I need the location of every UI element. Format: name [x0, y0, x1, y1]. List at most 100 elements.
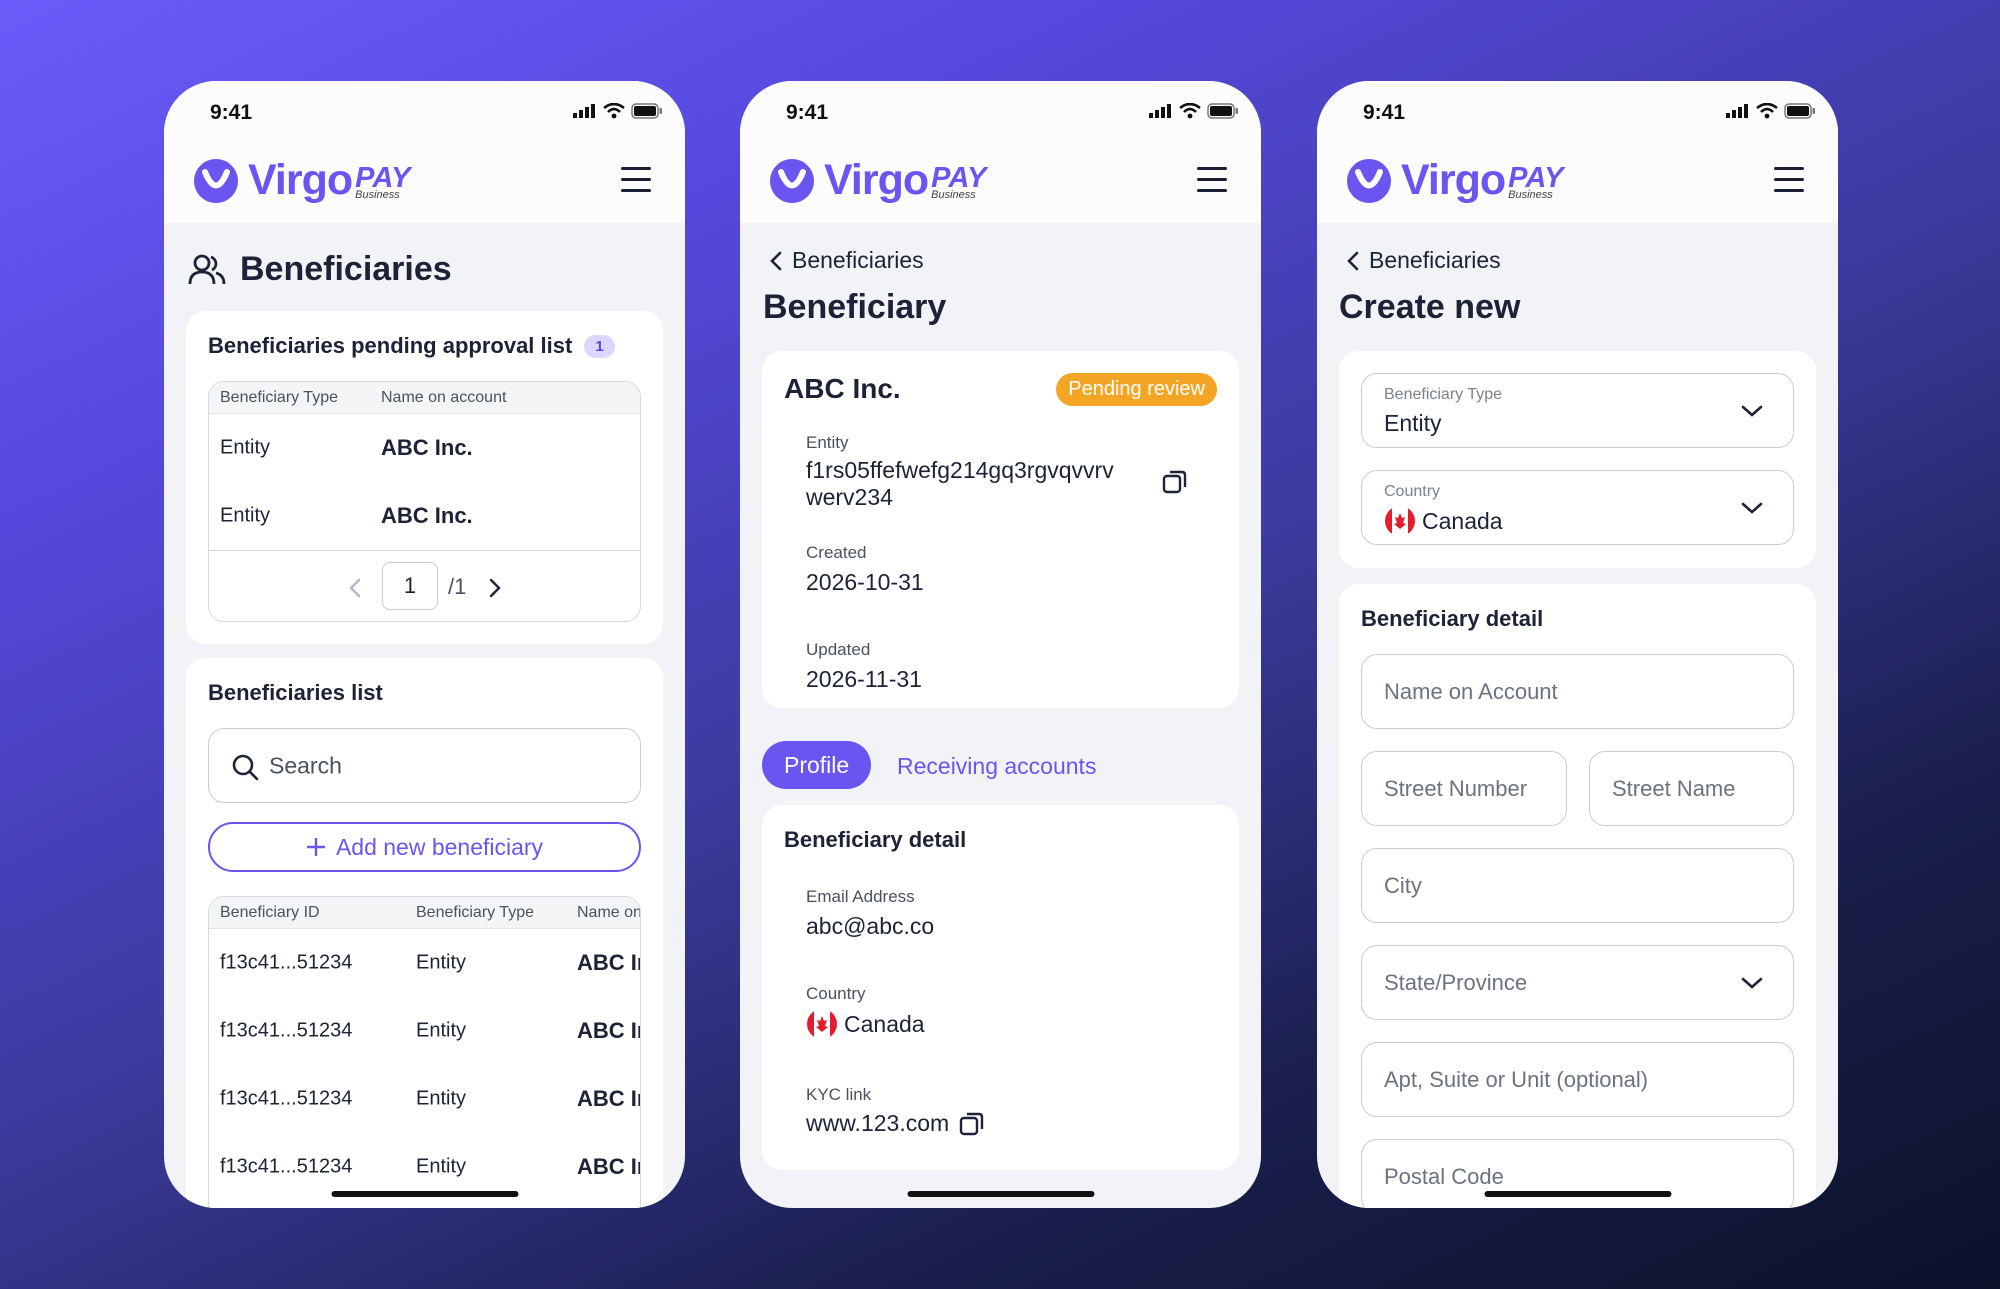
tab-profile[interactable]: Profile — [762, 741, 872, 789]
home-indicator — [1484, 1191, 1671, 1197]
home-indicator — [907, 1191, 1094, 1197]
phone-create-beneficiary: 9:41 Virgo PAY Business Beneficiaries Cre… — [1317, 81, 1838, 1208]
state-placeholder: State/Province — [1384, 969, 1528, 995]
country-label: Country — [1384, 483, 1441, 500]
top-bar: 9:41 Virgo PAY Business — [740, 81, 1261, 223]
entity-value: f1rs05ffefwefg214gq3rgvqvvrv werv234 — [806, 457, 1114, 511]
street-name-input[interactable]: Street Name — [1589, 751, 1794, 826]
virgo-logo-icon — [194, 158, 238, 203]
beneficiaries-table: Beneficiary ID Beneficiary Type Name on … — [208, 896, 641, 1208]
virgo-pay-logo[interactable]: Virgo PAY Business — [192, 156, 410, 205]
hamburger-menu-icon[interactable] — [621, 167, 651, 193]
virgo-logo-icon — [1347, 158, 1391, 203]
country-value: Canada — [806, 1008, 925, 1040]
pending-table: Beneficiary Type Name on account Entity … — [208, 381, 641, 622]
kyc-label: KYC link — [806, 1085, 872, 1104]
entity-value-line-2: werv234 — [806, 484, 893, 510]
back-link[interactable]: Beneficiaries — [1347, 247, 1501, 274]
created-label: Created — [806, 543, 867, 562]
top-bar: 9:41 Virgo PAY Business — [1317, 81, 1838, 223]
header-beneficiary-type: Beneficiary Type — [220, 388, 338, 406]
status-time: 9:41 — [1363, 101, 1406, 124]
search-placeholder: Search — [269, 752, 342, 778]
status-time: 9:41 — [210, 101, 253, 124]
page-total: /1 — [448, 574, 467, 599]
name-placeholder: Name on Account — [1384, 678, 1558, 704]
updated-value: 2026-11-31 — [806, 666, 922, 692]
page-number-input[interactable]: 1 — [382, 562, 438, 610]
cell-name: ABC Inc. — [577, 950, 640, 975]
virgo-pay-logo[interactable]: Virgo PAY Business — [768, 156, 986, 205]
add-new-beneficiary-button[interactable]: Add new beneficiary — [208, 822, 641, 872]
created-value: 2026-10-31 — [806, 569, 924, 595]
cell-name: ABC Inc. — [381, 503, 473, 528]
list-title: Beneficiaries list — [208, 680, 383, 705]
copy-icon[interactable] — [959, 1111, 985, 1137]
users-icon — [188, 254, 226, 284]
virgo-pay-logo[interactable]: Virgo PAY Business — [1345, 156, 1563, 205]
type-value: Entity — [1384, 410, 1442, 436]
email-value: abc@abc.co — [806, 913, 935, 939]
country-name: Canada — [844, 1010, 925, 1037]
beneficiary-detail-card: Beneficiary detail Email Address abc@abc… — [762, 805, 1239, 1170]
postal-code-input[interactable]: Postal Code — [1361, 1139, 1794, 1208]
canada-flag-icon — [807, 1009, 837, 1039]
signal-icon — [1149, 104, 1171, 118]
beneficiaries-list-card: Beneficiaries list Search Add new benefi… — [186, 658, 663, 1208]
table-header: Beneficiary Type Name on account — [209, 382, 640, 414]
chevron-right-icon[interactable] — [489, 578, 501, 598]
chevron-left-icon[interactable] — [349, 578, 361, 598]
table-header: Beneficiary ID Beneficiary Type Name on … — [209, 897, 640, 929]
table-row[interactable]: Entity ABC Inc. — [209, 482, 640, 550]
cell-name: ABC Inc. — [381, 435, 473, 460]
back-label: Beneficiaries — [792, 247, 924, 273]
country-name: Canada — [1422, 507, 1503, 534]
copy-icon[interactable] — [1162, 469, 1188, 495]
logo-word: Virgo — [824, 156, 929, 204]
virgo-logo-icon — [770, 158, 814, 203]
tab-receiving-accounts[interactable]: Receiving accounts — [897, 753, 1096, 780]
beneficiary-type-select[interactable]: Beneficiary Type Entity — [1361, 373, 1794, 448]
wifi-icon — [603, 103, 625, 119]
beneficiary-summary-card: ABC Inc. Pending review Entity f1rs05ffe… — [762, 351, 1239, 708]
cell-id: f13c41...51234 — [220, 1155, 353, 1178]
status-icons — [573, 103, 663, 119]
logo-word: Virgo — [248, 156, 353, 204]
table-row[interactable]: f13c41...51234 Entity ABC Inc. — [209, 997, 640, 1065]
table-row[interactable]: Entity ABC Inc. — [209, 414, 640, 482]
table-row[interactable]: f13c41...51234 Entity ABC Inc. — [209, 929, 640, 997]
city-input[interactable]: City — [1361, 848, 1794, 923]
country-label: Country — [806, 984, 866, 1003]
beneficiary-name: ABC Inc. — [784, 373, 901, 404]
name-on-account-input[interactable]: Name on Account — [1361, 654, 1794, 729]
hamburger-menu-icon[interactable] — [1197, 167, 1227, 193]
chevron-left-icon — [1347, 251, 1359, 270]
chevron-down-icon — [1741, 405, 1763, 417]
cell-type: Entity — [416, 951, 467, 974]
cell-type: Entity — [220, 436, 271, 459]
state-province-select[interactable]: State/Province — [1361, 945, 1794, 1020]
country-value: Canada — [1384, 505, 1503, 537]
cell-id: f13c41...51234 — [220, 1087, 353, 1110]
cell-type: Entity — [416, 1019, 467, 1042]
email-label: Email Address — [806, 887, 915, 906]
country-select[interactable]: Country Canada — [1361, 470, 1794, 545]
logo-business: Business — [931, 188, 976, 201]
cell-name: ABC Inc. — [577, 1086, 640, 1111]
pending-approval-card: Beneficiaries pending approval list 1 Be… — [186, 311, 663, 644]
logo-business: Business — [355, 188, 400, 201]
apt-suite-input[interactable]: Apt, Suite or Unit (optional) — [1361, 1042, 1794, 1117]
cell-id: f13c41...51234 — [220, 951, 353, 974]
cell-type: Entity — [416, 1087, 467, 1110]
battery-icon — [1784, 103, 1815, 119]
logo-pay: PAY — [931, 161, 987, 194]
table-row[interactable]: f13c41...51234 Entity ABC Inc. — [209, 1065, 640, 1133]
kyc-link[interactable]: www.123.com — [806, 1110, 949, 1137]
pending-count-badge: 1 — [584, 334, 615, 358]
back-link[interactable]: Beneficiaries — [770, 247, 924, 274]
search-input[interactable]: Search — [208, 728, 641, 803]
header-name-on-account: Name on account — [577, 903, 641, 921]
hamburger-menu-icon[interactable] — [1774, 167, 1804, 193]
street-number-input[interactable]: Street Number — [1361, 751, 1567, 826]
battery-icon — [1207, 103, 1238, 119]
